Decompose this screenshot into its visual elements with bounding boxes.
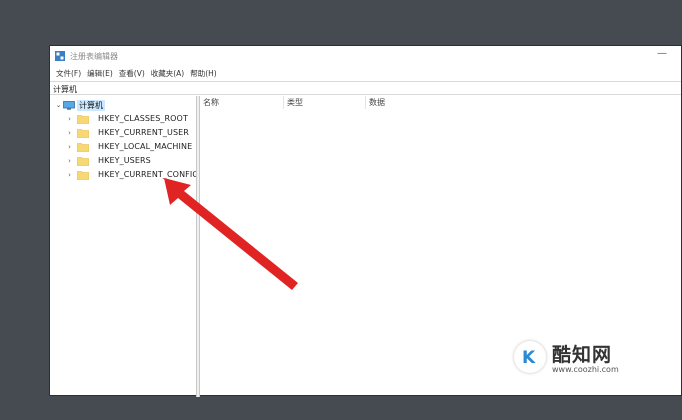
tree-item-hkey-classes-root[interactable]: › HKEY_CLASSES_ROOT bbox=[65, 112, 188, 125]
column-header-type[interactable]: 类型 bbox=[284, 96, 366, 109]
tree-item-hkey-current-user[interactable]: › HKEY_CURRENT_USER bbox=[65, 126, 189, 139]
column-header-name[interactable]: 名称 bbox=[200, 96, 284, 109]
chevron-right-icon[interactable]: › bbox=[65, 156, 74, 166]
tree-item-label: HKEY_USERS bbox=[98, 156, 151, 165]
chevron-right-icon[interactable]: › bbox=[65, 128, 74, 138]
tree-item-label: HKEY_CLASSES_ROOT bbox=[98, 114, 188, 123]
chevron-right-icon[interactable]: › bbox=[65, 114, 74, 124]
tree-item-hkey-current-config[interactable]: › HKEY_CURRENT_CONFIG bbox=[65, 168, 199, 181]
chevron-down-icon[interactable]: ⌄ bbox=[54, 100, 63, 110]
chevron-right-icon[interactable]: › bbox=[65, 142, 74, 152]
menu-help[interactable]: 帮助(H) bbox=[187, 66, 220, 81]
window-title: 注册表编辑器 bbox=[70, 52, 118, 61]
folder-icon bbox=[77, 170, 89, 180]
watermark-url: www.coozhi.com bbox=[552, 365, 619, 374]
menu-view[interactable]: 查看(V) bbox=[116, 66, 148, 81]
folder-icon bbox=[77, 156, 89, 166]
coozhi-logo-icon: K bbox=[514, 341, 546, 373]
logo-letter: K bbox=[522, 348, 536, 368]
computer-icon bbox=[63, 100, 75, 110]
folder-icon bbox=[77, 114, 89, 124]
tree-root-computer[interactable]: ⌄ 计算机 bbox=[54, 99, 105, 111]
menu-bar: 文件(F) 编辑(E) 查看(V) 收藏夹(A) 帮助(H) bbox=[50, 66, 681, 81]
tree-item-label: HKEY_LOCAL_MACHINE bbox=[98, 142, 193, 151]
tree-item-hkey-users[interactable]: › HKEY_USERS bbox=[65, 154, 151, 167]
address-path: 计算机 bbox=[53, 85, 77, 94]
menu-file[interactable]: 文件(F) bbox=[53, 66, 84, 81]
tree-item-label: HKEY_CURRENT_USER bbox=[98, 128, 189, 137]
chevron-right-icon[interactable]: › bbox=[65, 170, 74, 180]
menu-favorites[interactable]: 收藏夹(A) bbox=[148, 66, 187, 81]
registry-tree: ⌄ 计算机 › HKEY_CLASSES_ROOT › HKEY_CURRENT… bbox=[50, 96, 199, 397]
regedit-app-icon bbox=[55, 51, 65, 61]
tree-root-label: 计算机 bbox=[77, 99, 105, 111]
folder-icon bbox=[77, 142, 89, 152]
tree-item-hkey-local-machine[interactable]: › HKEY_LOCAL_MACHINE bbox=[65, 140, 192, 153]
menu-edit[interactable]: 编辑(E) bbox=[84, 66, 116, 81]
tree-item-label: HKEY_CURRENT_CONFIG bbox=[98, 170, 199, 179]
address-bar[interactable]: 计算机 bbox=[50, 81, 681, 95]
watermark-name: 酷知网 bbox=[552, 344, 613, 366]
title-bar[interactable]: 注册表编辑器 — bbox=[50, 46, 681, 66]
minimize-button[interactable]: — bbox=[657, 49, 667, 59]
column-header-data[interactable]: 数据 bbox=[366, 96, 486, 109]
watermark: K 酷知网 www.coozhi.com bbox=[514, 335, 634, 385]
folder-icon bbox=[77, 128, 89, 138]
